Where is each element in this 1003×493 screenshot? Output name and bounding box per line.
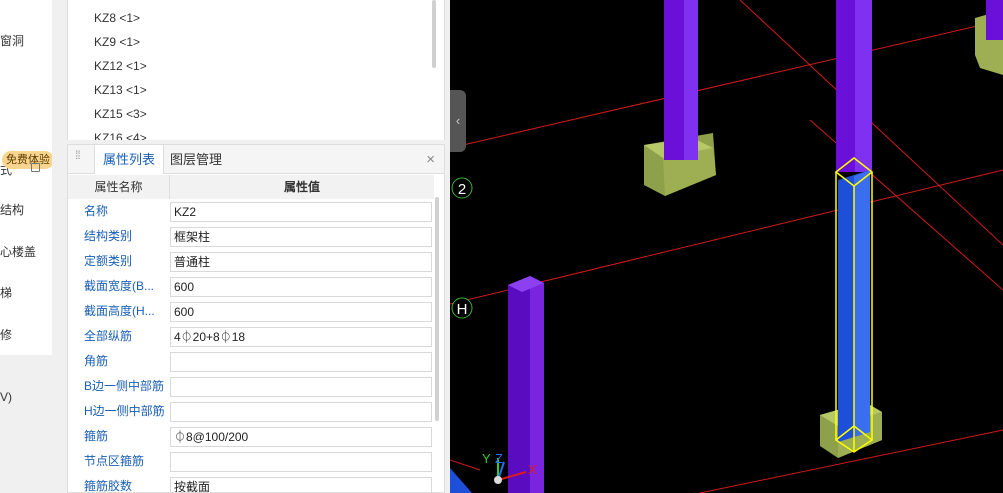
property-value-input[interactable] [170, 402, 432, 422]
property-name: 截面高度(H... [84, 304, 155, 318]
property-value-input[interactable] [170, 377, 432, 397]
list-item[interactable]: KZ16 <4> [94, 131, 147, 140]
nav-item-hollow-floor[interactable]: 心楼盖 [0, 243, 36, 260]
property-name: 截面宽度(B... [84, 279, 155, 293]
square-icon [31, 163, 40, 172]
property-row: 截面高度(H... 600 [68, 299, 434, 324]
property-row: 箍筋胶数 按截面 [68, 474, 434, 493]
property-value-input[interactable] [170, 352, 432, 372]
property-value-input[interactable]: ⏀8@100/200 [170, 427, 432, 447]
property-row: 名称 KZ2 [68, 199, 434, 224]
list-item[interactable]: KZ8 <1> [94, 11, 140, 25]
property-row: B边一侧中部筋 [68, 374, 434, 399]
property-row: 全部纵筋 4⏀20+8⏀18 [68, 324, 434, 349]
axis-label-h: H [457, 301, 468, 318]
list-scrollbar[interactable] [432, 0, 436, 68]
gizmo-z-label: Z [495, 451, 503, 466]
property-name: H边一侧中部筋 [84, 404, 165, 418]
grid-line [450, 459, 481, 471]
chevron-left-icon: ‹ [455, 113, 461, 128]
nav-divider [52, 0, 66, 493]
nav-item-decoration[interactable]: 修 [0, 326, 12, 343]
list-item[interactable]: KZ9 <1> [94, 35, 140, 49]
property-name: 箍筋 [84, 429, 109, 443]
free-trial-badge[interactable]: 免费体验 [2, 151, 52, 169]
property-row: 定额类别 普通柱 [68, 249, 434, 274]
gizmo-x-label: X [528, 462, 537, 477]
grid-line [450, 19, 1003, 149]
property-name: 角筋 [84, 354, 109, 368]
nav-item-window-opening[interactable]: 窗洞 [0, 32, 24, 49]
property-row: 箍筋 ⏀8@100/200 [68, 424, 434, 449]
property-value-input[interactable]: 600 [170, 277, 432, 297]
column-middle-top[interactable] [836, 0, 872, 172]
column-left-foreground[interactable] [508, 276, 544, 493]
property-panel: ⁞⁞ 属性列表 图层管理 × 属性名称 属性值 名称 KZ2 结构类别 框架柱 … [67, 144, 445, 493]
partial-slab [450, 468, 472, 493]
column-right-edge[interactable] [975, 0, 1003, 75]
header-property-value: 属性值 [170, 175, 434, 199]
list-item[interactable]: KZ12 <1> [94, 59, 147, 73]
column-top-left[interactable] [644, 0, 716, 196]
gizmo-y-label: Y [482, 451, 491, 466]
3d-viewport[interactable]: 2 H Y Z X [450, 0, 1003, 493]
axis-marker-h: H [451, 297, 473, 319]
property-row: 节点区箍筋 [68, 449, 434, 474]
property-scrollbar[interactable] [435, 197, 439, 421]
nav-lower-area [0, 355, 52, 493]
property-name: 箍筋胶数 [84, 479, 133, 493]
property-name: 结构类别 [84, 229, 133, 243]
header-property-name: 属性名称 [68, 175, 170, 199]
property-value-input[interactable]: 框架柱 [170, 227, 432, 247]
property-value-input[interactable]: KZ2 [170, 202, 432, 222]
nav-item-view[interactable]: V) [0, 390, 12, 404]
property-row: H边一侧中部筋 [68, 399, 434, 424]
left-nav: 窗洞 式 结构 心楼盖 梯 修 V) 免费体验 [0, 0, 52, 493]
tab-layer-management[interactable]: 图层管理 [162, 145, 230, 174]
property-value-input[interactable]: 按截面 [170, 477, 432, 492]
property-name: 节点区箍筋 [84, 454, 145, 468]
list-item[interactable]: KZ15 <3> [94, 107, 147, 121]
selected-column[interactable] [820, 157, 882, 458]
property-name: 全部纵筋 [84, 329, 133, 343]
property-name: 定额类别 [84, 254, 133, 268]
property-row: 截面宽度(B... 600 [68, 274, 434, 299]
viewport-canvas: 2 H Y Z X [450, 0, 1003, 493]
close-icon[interactable]: × [426, 151, 435, 168]
property-row: 角筋 [68, 349, 434, 374]
nav-item-structure[interactable]: 结构 [0, 201, 24, 218]
nav-item-stairs[interactable]: 梯 [0, 284, 12, 301]
panel-tabbar: ⁞⁞ 属性列表 图层管理 × [68, 145, 444, 175]
property-value-input[interactable]: 600 [170, 302, 432, 322]
property-value-input[interactable]: 4⏀20+8⏀18 [170, 327, 432, 347]
axis-label-2: 2 [458, 181, 466, 198]
property-table-header: 属性名称 属性值 [68, 175, 434, 199]
column-list: KZ8 <1> KZ9 <1> KZ12 <1> KZ13 <1> KZ15 <… [67, 0, 445, 140]
property-value-input[interactable] [170, 452, 432, 472]
property-name: B边一侧中部筋 [84, 379, 165, 393]
property-name: 名称 [84, 204, 109, 218]
axis-marker-2: 2 [451, 177, 473, 199]
drag-handle-icon[interactable]: ⁞⁞ [75, 149, 81, 161]
list-item[interactable]: KZ13 <1> [94, 83, 147, 97]
property-row: 结构类别 框架柱 [68, 224, 434, 249]
tab-property-list[interactable]: 属性列表 [94, 145, 165, 175]
collapse-panel-button[interactable]: ‹ [450, 90, 466, 152]
property-value-input[interactable]: 普通柱 [170, 252, 432, 272]
